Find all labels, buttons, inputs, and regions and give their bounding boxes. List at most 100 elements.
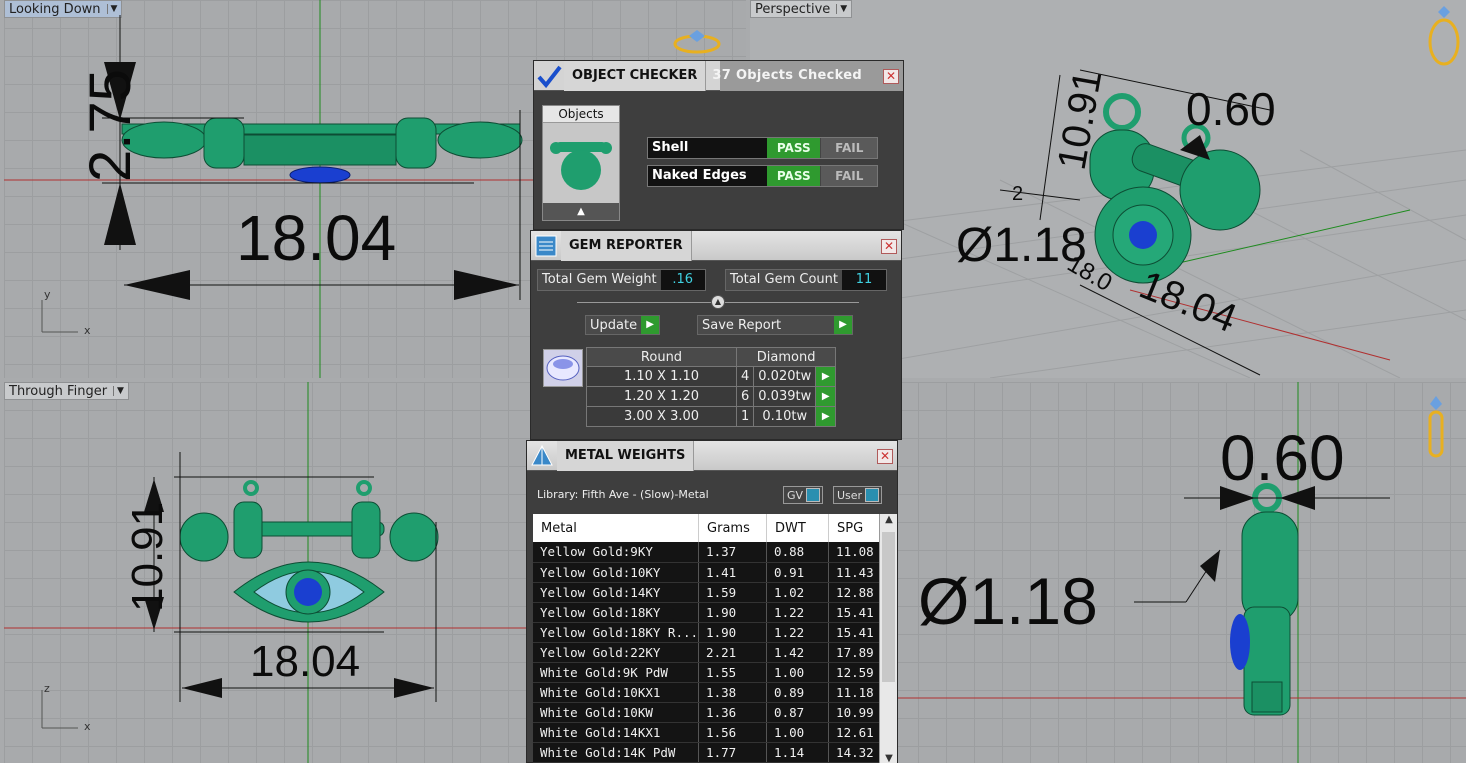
toggle-switch-icon xyxy=(806,488,821,502)
fail-badge[interactable]: FAIL xyxy=(821,138,877,158)
metal-cell-dwt: 1.02 xyxy=(766,582,830,603)
metal-cell-grams: 1.41 xyxy=(698,562,768,583)
splitter-handle[interactable]: ▲ xyxy=(711,295,725,309)
metal-row[interactable]: White Gold:10KX1 1.38 0.89 11.18 xyxy=(533,682,895,703)
metal-cell-metal: Yellow Gold:22KY xyxy=(533,642,700,663)
gem-row-play-icon[interactable]: ▶ xyxy=(815,386,837,407)
gem-weight: 0.10tw xyxy=(753,406,817,427)
gem-row-play-icon[interactable]: ▶ xyxy=(815,366,837,387)
save-report-button[interactable]: Save Report ▶ xyxy=(697,315,853,335)
gem-row: 1.20 X 1.20 6 0.039tw ▶ xyxy=(586,386,837,407)
metal-cell-grams: 1.56 xyxy=(698,722,768,743)
check-name: Naked Edges xyxy=(648,166,767,186)
metal-cell-metal: White Gold:14KX1 xyxy=(533,722,700,743)
dimension-height: 2.75 xyxy=(78,69,143,182)
metal-cell-dwt: 0.89 xyxy=(766,682,830,703)
close-icon[interactable]: ✕ xyxy=(883,69,899,84)
panel-title: GEM REPORTER xyxy=(561,230,692,261)
gem-row: 1.10 X 1.10 4 0.020tw ▶ xyxy=(586,366,837,387)
gem-size: 1.20 X 1.20 xyxy=(586,386,737,407)
dimension-diameter: Ø1.18 xyxy=(956,219,1087,272)
metal-cell-dwt: 0.87 xyxy=(766,702,830,723)
col-dwt[interactable]: DWT xyxy=(766,514,830,542)
metal-cell-grams: 1.90 xyxy=(698,602,768,623)
metal-cell-grams: 1.55 xyxy=(698,662,768,683)
scrollbar-thumb[interactable] xyxy=(882,532,895,682)
metal-row[interactable]: Yellow Gold:10KY 1.41 0.91 11.43 xyxy=(533,562,895,583)
metal-cell-metal: Yellow Gold:10KY xyxy=(533,562,700,583)
metal-cell-dwt: 1.42 xyxy=(766,642,830,663)
scroll-up-icon[interactable]: ▲ xyxy=(880,514,898,525)
dimension-height: 10.91 xyxy=(123,501,172,612)
total-gem-count-value: 11 xyxy=(841,270,886,290)
save-report-label: Save Report xyxy=(702,317,782,333)
gem-shape-header: Round xyxy=(586,347,737,367)
metal-cell-metal: White Gold:14K PdW xyxy=(533,742,700,763)
user-toggle[interactable]: User xyxy=(833,486,883,504)
metal-row[interactable]: White Gold:14K PdW 1.77 1.14 14.32 xyxy=(533,742,895,763)
axis-z-label: z xyxy=(44,682,50,695)
metal-row[interactable]: Yellow Gold:18KY R... 1.90 1.22 15.41 xyxy=(533,622,895,643)
vertical-scrollbar[interactable]: ▲ ▼ xyxy=(879,514,897,763)
metal-row[interactable]: White Gold:14KX1 1.56 1.00 12.61 xyxy=(533,722,895,743)
pass-badge[interactable]: PASS xyxy=(766,166,822,186)
dimension-width: 18.04 xyxy=(236,202,397,274)
metal-cell-grams: 1.59 xyxy=(698,582,768,603)
check-row-naked-edges: Naked Edges PASS FAIL xyxy=(647,165,878,187)
play-icon: ▶ xyxy=(834,316,852,334)
total-gem-count-label: Total Gem Count xyxy=(726,270,842,290)
metal-cell-metal: White Gold:9K PdW xyxy=(533,662,700,683)
scroll-up-icon[interactable]: ▲ xyxy=(543,203,619,220)
toggle-switch-icon xyxy=(865,488,880,502)
close-icon[interactable]: ✕ xyxy=(881,239,897,254)
gem-count: 4 xyxy=(735,366,755,387)
metal-cell-dwt: 1.00 xyxy=(766,662,830,683)
library-name: Library: Fifth Ave - (Slow)-Metal xyxy=(537,488,709,501)
gv-toggle[interactable]: GV xyxy=(783,486,824,504)
gem-count: 6 xyxy=(735,386,755,407)
model-thumbnail xyxy=(543,123,619,203)
pass-badge[interactable]: PASS xyxy=(766,138,822,158)
metal-row[interactable]: Yellow Gold:9KY 1.37 0.88 11.08 xyxy=(533,542,895,563)
metal-cell-grams: 1.38 xyxy=(698,682,768,703)
gem-type-header: Diamond xyxy=(735,347,837,367)
total-gem-weight-value: .16 xyxy=(660,270,705,290)
object-checker-header[interactable]: OBJECT CHECKER 37 Objects Checked ✕ xyxy=(534,60,903,91)
gem-table: Round Diamond 1.10 X 1.10 4 0.020tw ▶ 1.… xyxy=(586,347,837,427)
round-gem-icon xyxy=(543,349,583,387)
scale-icon xyxy=(527,441,557,471)
metal-cell-metal: White Gold:10KW xyxy=(533,702,700,723)
metal-cell-metal: Yellow Gold:18KY R... xyxy=(533,622,700,643)
objects-preview[interactable]: Objects ▲ xyxy=(542,105,620,221)
dimension-diameter: Ø1.18 xyxy=(918,564,1098,638)
gem-weight: 0.039tw xyxy=(753,386,817,407)
update-button[interactable]: Update ▶ xyxy=(585,315,661,335)
gem-row-play-icon[interactable]: ▶ xyxy=(815,406,837,427)
close-icon[interactable]: ✕ xyxy=(877,449,893,464)
gem-reporter-header[interactable]: GEM REPORTER ✕ xyxy=(531,230,901,261)
metal-weights-header[interactable]: METAL WEIGHTS ✕ xyxy=(527,440,897,471)
metal-row[interactable]: Yellow Gold:22KY 2.21 1.42 17.89 xyxy=(533,642,895,663)
metal-row[interactable]: Yellow Gold:14KY 1.59 1.02 12.88 xyxy=(533,582,895,603)
col-grams[interactable]: Grams xyxy=(698,514,768,542)
metal-cell-dwt: 0.91 xyxy=(766,562,830,583)
gv-label: GV xyxy=(787,488,804,502)
dimension-small: 2 xyxy=(1012,183,1024,205)
metal-table-container[interactable]: Metal Grams DWT SPG Yellow Gold:9KY 1.37 0… xyxy=(533,514,895,763)
metal-table: Metal Grams DWT SPG Yellow Gold:9KY 1.37 0… xyxy=(533,514,895,763)
col-metal[interactable]: Metal xyxy=(533,514,700,542)
gem-weight: 0.020tw xyxy=(753,366,817,387)
metal-cell-dwt: 1.00 xyxy=(766,722,830,743)
fail-badge[interactable]: FAIL xyxy=(821,166,877,186)
metal-row[interactable]: White Gold:9K PdW 1.55 1.00 12.59 xyxy=(533,662,895,683)
gem-reporter-panel: GEM REPORTER ✕ Total Gem Weight .16 Tota… xyxy=(530,230,902,440)
metal-weights-panel: METAL WEIGHTS ✕ Library: Fifth Ave - (Sl… xyxy=(526,440,898,763)
gem-row: 3.00 X 3.00 1 0.10tw ▶ xyxy=(586,406,837,427)
scroll-down-icon[interactable]: ▼ xyxy=(880,753,898,763)
metal-cell-dwt: 1.22 xyxy=(766,602,830,623)
metal-cell-metal: Yellow Gold:9KY xyxy=(533,542,700,563)
gem-size: 3.00 X 3.00 xyxy=(586,406,737,427)
metal-row[interactable]: White Gold:10KW 1.36 0.87 10.99 xyxy=(533,702,895,723)
metal-cell-grams: 1.37 xyxy=(698,542,768,563)
metal-row[interactable]: Yellow Gold:18KY 1.90 1.22 15.41 xyxy=(533,602,895,623)
